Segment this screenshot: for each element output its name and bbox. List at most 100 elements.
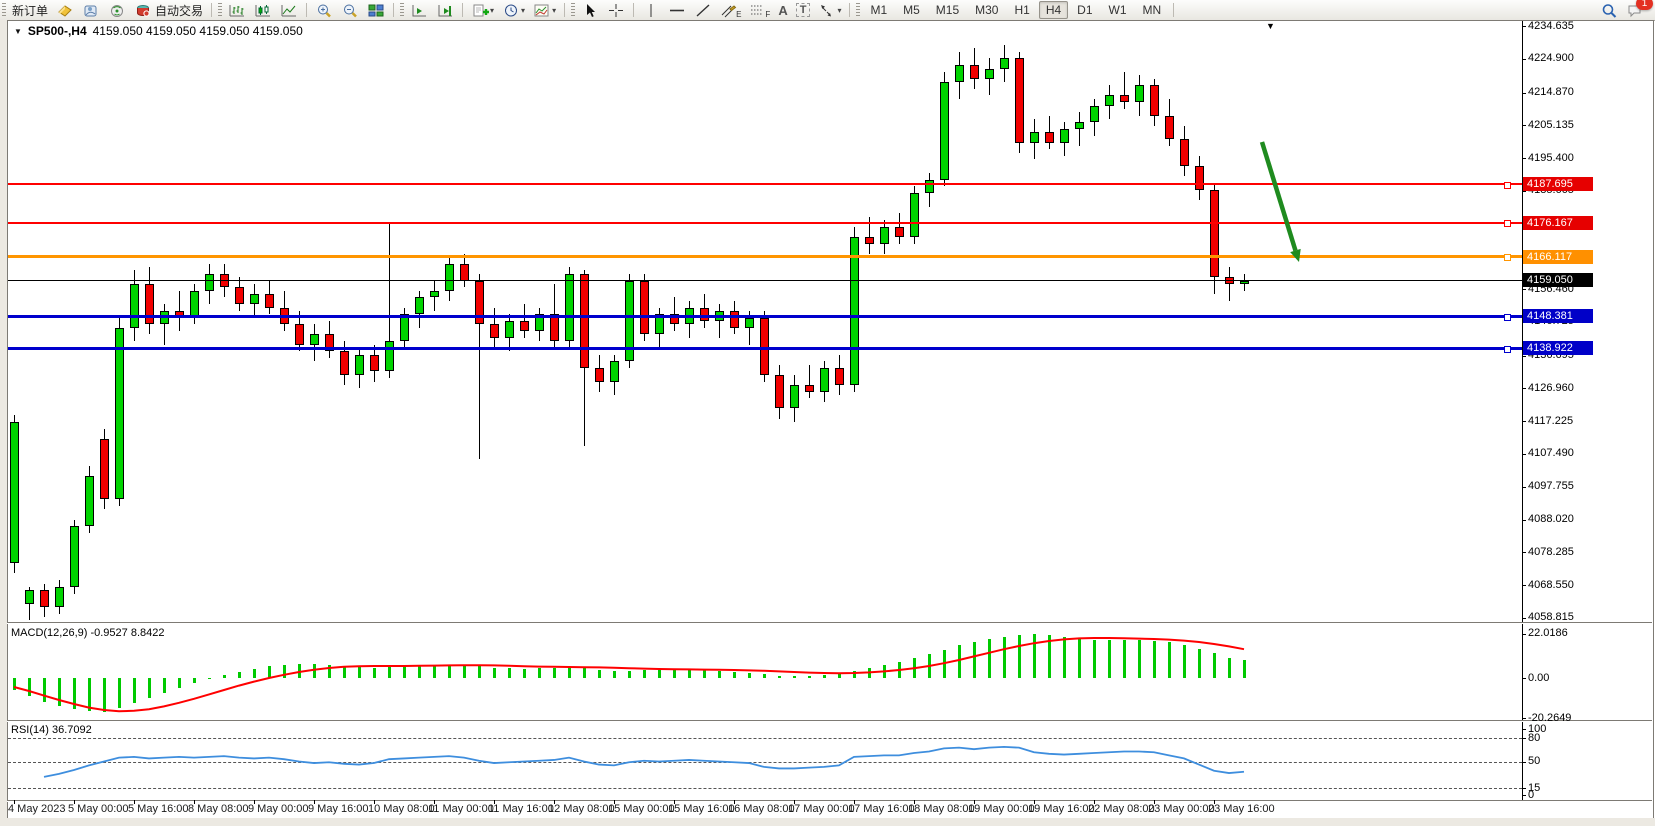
- price-badge: 4138.922: [1523, 341, 1593, 355]
- search-icon[interactable]: [1597, 1, 1621, 19]
- macd-histogram-bar: [1018, 635, 1021, 678]
- hline-handle[interactable]: [1504, 254, 1511, 261]
- new-order-button[interactable]: 新订单: [9, 1, 51, 19]
- rsi-scale-tick: [1522, 788, 1526, 789]
- signal-icon[interactable]: [105, 1, 129, 19]
- price-hline-4138.922[interactable]: [8, 347, 1522, 350]
- tab-timeframe-h1[interactable]: H1: [1007, 1, 1036, 19]
- price-tick: [1522, 289, 1526, 290]
- time-axis-tick: [1154, 800, 1155, 804]
- auto-scroll-icon[interactable]: [433, 1, 457, 19]
- channel-sub-label: E: [736, 10, 741, 19]
- macd-histogram-bar: [778, 676, 781, 678]
- time-axis-label: 4 May 2023: [8, 803, 65, 815]
- period-clock-caret-icon[interactable]: ▾: [521, 6, 525, 15]
- tab-timeframe-m5[interactable]: M5: [896, 1, 927, 19]
- price-tick-label: 4107.490: [1528, 447, 1574, 459]
- rsi-scale-label: 50: [1528, 755, 1540, 767]
- macd-histogram-bar: [823, 675, 826, 678]
- price-tick: [1522, 520, 1526, 521]
- main-toolbar: 新订单 自动交易: [0, 0, 1655, 21]
- macd-histogram-bar: [538, 668, 541, 678]
- time-axis-tick: [314, 800, 315, 804]
- add-indicator-button[interactable]: ▾: [468, 1, 497, 19]
- macd-histogram-bar: [43, 678, 46, 702]
- cursor-tool-icon[interactable]: [578, 1, 602, 19]
- market-watch-icon[interactable]: [79, 1, 103, 19]
- rsi-scale-tick: [1522, 795, 1526, 796]
- hline-handle[interactable]: [1504, 182, 1511, 189]
- zoom-out-icon[interactable]: [338, 1, 362, 19]
- price-hline-4148.381[interactable]: [8, 315, 1522, 318]
- tab-timeframe-mn[interactable]: MN: [1136, 1, 1169, 19]
- candle: [1105, 95, 1114, 105]
- time-axis-tick: [734, 800, 735, 804]
- macd-histogram-bar: [583, 668, 586, 678]
- chart-template-caret-icon[interactable]: ▾: [552, 6, 556, 15]
- candle-wick: [1229, 267, 1230, 301]
- chevron-down-icon[interactable]: ▼: [14, 27, 22, 36]
- chart-shift-marker-icon[interactable]: ▼: [1266, 21, 1275, 31]
- chart-template-button[interactable]: ▾: [530, 1, 559, 19]
- price-tick: [1522, 585, 1526, 586]
- macd-histogram-bar: [958, 645, 961, 678]
- period-clock-button[interactable]: ▾: [499, 1, 528, 19]
- price-hline-4187.695[interactable]: [8, 183, 1522, 185]
- price-hline-4159.05[interactable]: [8, 280, 1522, 281]
- hline-handle[interactable]: [1504, 220, 1511, 227]
- tab-timeframe-m1[interactable]: M1: [863, 1, 894, 19]
- bar-chart-mode-icon[interactable]: [225, 1, 249, 19]
- line-chart-mode-icon[interactable]: [277, 1, 301, 19]
- notifications-button[interactable]: 1: [1623, 1, 1647, 19]
- time-axis-tick: [974, 800, 975, 804]
- equidistant-channel-tool-icon[interactable]: E: [717, 1, 744, 19]
- tab-timeframe-m30[interactable]: M30: [968, 1, 1005, 19]
- macd-histogram-bar: [118, 678, 121, 708]
- time-axis-label: 5 May 16:00: [128, 803, 189, 815]
- add-indicator-caret-icon[interactable]: ▾: [490, 6, 494, 15]
- macd-scale-tick: [1522, 634, 1526, 635]
- macd-histogram-bar: [328, 665, 331, 678]
- zoom-in-icon[interactable]: [312, 1, 336, 19]
- time-axis-tick: [1094, 800, 1095, 804]
- price-tick: [1522, 158, 1526, 159]
- toolbar-drag-handle[interactable]: [2, 3, 6, 17]
- price-tick-label: 4088.020: [1528, 513, 1574, 525]
- candle: [355, 355, 364, 375]
- candle: [1240, 281, 1249, 284]
- price-hline-4176.167[interactable]: [8, 222, 1522, 224]
- time-axis-tick: [374, 800, 375, 804]
- arrows-caret-icon[interactable]: ▾: [837, 6, 841, 15]
- auto-trading-button[interactable]: 自动交易: [131, 1, 206, 19]
- trendline-tool-icon[interactable]: [691, 1, 715, 19]
- tab-timeframe-d1[interactable]: D1: [1070, 1, 1099, 19]
- time-axis-label: 16 May 08:00: [728, 803, 795, 815]
- hline-handle[interactable]: [1504, 314, 1511, 321]
- text-label-tool-icon[interactable]: T: [793, 1, 814, 19]
- candle: [265, 294, 274, 307]
- candlestick-mode-icon[interactable]: [251, 1, 275, 19]
- time-axis-tick: [674, 800, 675, 804]
- macd-histogram-bar: [208, 678, 211, 679]
- macd-histogram-bar: [988, 639, 991, 678]
- tile-windows-icon[interactable]: [364, 1, 388, 19]
- time-axis-tick: [434, 800, 435, 804]
- vertical-line-tool-icon[interactable]: [639, 1, 663, 19]
- price-hline-4166.117[interactable]: [8, 255, 1522, 258]
- chart-shift-icon[interactable]: [407, 1, 431, 19]
- horizontal-line-tool-icon[interactable]: [665, 1, 689, 19]
- fibonacci-tool-icon[interactable]: F: [746, 1, 773, 19]
- crosshair-tool-icon[interactable]: [604, 1, 628, 19]
- tab-timeframe-w1[interactable]: W1: [1102, 1, 1134, 19]
- tab-timeframe-m15[interactable]: M15: [929, 1, 966, 19]
- macd-histogram-bar: [478, 666, 481, 678]
- price-tick-label: 4097.755: [1528, 480, 1574, 492]
- order-book-icon[interactable]: [53, 1, 77, 19]
- tab-timeframe-h4[interactable]: H4: [1039, 1, 1068, 19]
- hline-handle[interactable]: [1504, 346, 1511, 353]
- arrows-tool-icon[interactable]: ▾: [815, 1, 844, 19]
- text-tool-icon[interactable]: A: [775, 1, 790, 19]
- candle: [1180, 139, 1189, 166]
- candle: [505, 321, 514, 338]
- price-badge: 4148.381: [1523, 309, 1593, 323]
